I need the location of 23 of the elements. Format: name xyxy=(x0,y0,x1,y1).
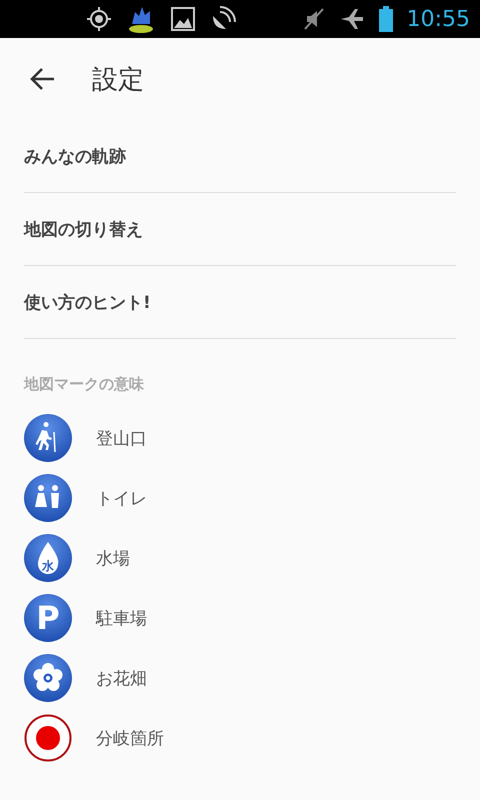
toilet-icon xyxy=(24,474,72,522)
image-icon xyxy=(170,6,196,32)
battery-icon xyxy=(378,6,393,32)
water-drop-icon: 水 xyxy=(24,534,72,582)
gps-icon xyxy=(86,6,112,32)
hiker-icon xyxy=(24,414,72,462)
clock-time: 10:55 xyxy=(406,6,470,32)
mute-icon xyxy=(302,7,325,31)
settings-item[interactable]: 使い方のヒント! xyxy=(24,266,456,339)
settings-item[interactable]: 地図の切り替え xyxy=(24,193,456,266)
legend-label: 分岐箇所 xyxy=(96,728,164,750)
legend-label: お花畑 xyxy=(96,668,147,690)
flower-icon xyxy=(24,654,72,702)
legend-label: 水場 xyxy=(96,548,130,570)
section-heading: 地図マークの意味 xyxy=(24,375,145,394)
target-dot-icon xyxy=(24,714,72,762)
settings-item[interactable]: みんなの軌跡 xyxy=(24,120,456,193)
parking-icon: P xyxy=(24,594,72,642)
legend-label: 登山口 xyxy=(96,428,147,450)
legend-label: 駐車場 xyxy=(96,608,147,630)
satellite-dish-icon xyxy=(210,6,236,32)
legend-label: トイレ xyxy=(96,488,147,510)
page-title: 設定 xyxy=(92,64,144,96)
